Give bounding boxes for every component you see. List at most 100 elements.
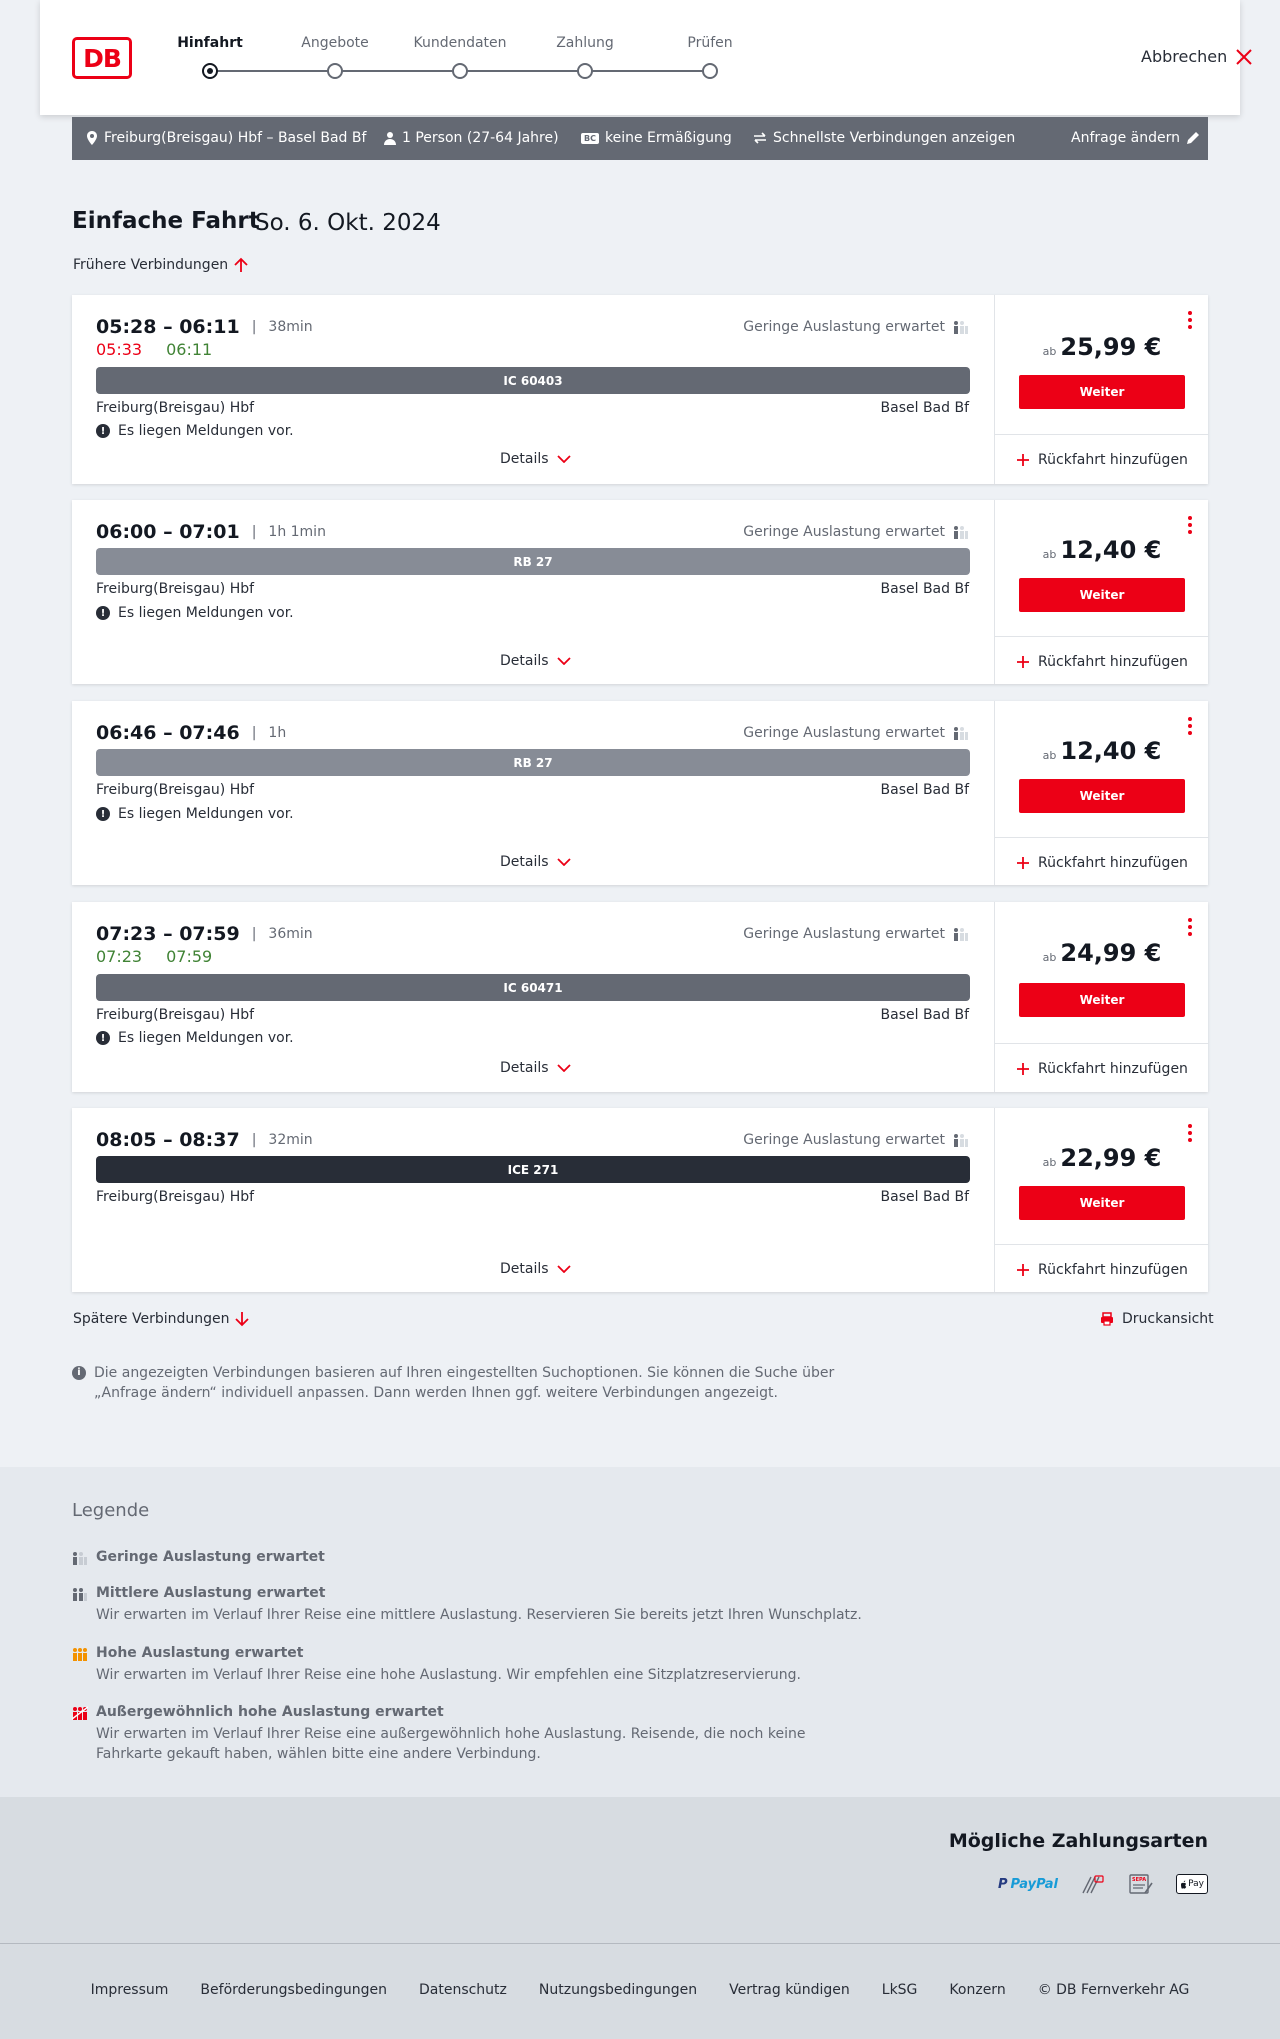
continue-button[interactable]: Weiter — [1019, 578, 1185, 612]
occupancy-text: Geringe Auslastung erwartet — [743, 1132, 945, 1148]
connection-info[interactable]: 05:28 – 06:11 | 38min 05:33 06:11 Gering… — [72, 295, 993, 484]
add-return-button[interactable]: Rückfahrt hinzufügen — [995, 636, 1209, 686]
edit-request-button[interactable]: Anfrage ändern — [1071, 130, 1200, 146]
bahncard-icon: BC — [581, 132, 599, 144]
train-bar[interactable]: RB 27 — [96, 548, 970, 575]
realtime-arrival: 07:59 — [166, 947, 213, 966]
details-toggle[interactable]: Details — [500, 1261, 571, 1277]
page-title: Einfache Fahrt — [72, 208, 260, 234]
route-text: Freiburg(Breisgau) Hbf – Basel Bad Bf — [104, 130, 367, 146]
occupancy-low-icon — [954, 321, 968, 334]
departure-arrival-times: 08:05 – 08:37 — [96, 1129, 240, 1151]
more-options-icon[interactable] — [1188, 717, 1192, 735]
footer-link-lksg[interactable]: LkSG — [882, 1982, 918, 1998]
add-return-button[interactable]: Rückfahrt hinzufügen — [995, 837, 1209, 887]
plus-icon — [1017, 453, 1030, 466]
step-zahlung-label: Zahlung — [556, 35, 614, 51]
details-toggle[interactable]: Details — [500, 1060, 571, 1076]
search-option-text: Schnellste Verbindungen anzeigen — [773, 130, 1016, 146]
cancel-button[interactable]: Abbrechen — [1141, 47, 1253, 66]
price-panel: ab 12,40 € Weiter Rückfahrt hinzufügen — [994, 500, 1209, 686]
discount-text: keine Ermäßigung — [604, 130, 732, 146]
connection-info[interactable]: 07:23 – 07:59 | 36min 07:23 07:59 Gering… — [72, 902, 993, 1092]
step-hinfahrt-label: Hinfahrt — [177, 35, 243, 51]
occupancy-very-high-icon — [72, 1706, 88, 1720]
message-notice: ! Es liegen Meldungen vor. — [96, 806, 294, 822]
continue-button[interactable]: Weiter — [1019, 375, 1185, 409]
details-toggle[interactable]: Details — [500, 451, 571, 467]
price-value: 24,99 € — [1060, 939, 1162, 967]
print-view-link[interactable]: Druckansicht — [1100, 1311, 1214, 1327]
arrow-down-icon — [235, 1312, 250, 1327]
footer-link-impressum[interactable]: Impressum — [91, 1982, 169, 1998]
details-toggle[interactable]: Details — [500, 653, 571, 669]
duration: 38min — [268, 319, 313, 335]
more-options-icon[interactable] — [1188, 516, 1192, 534]
legend-item-low: Geringe Auslastung erwartet — [72, 1549, 872, 1565]
realtime-arrival: 06:11 — [166, 340, 213, 359]
db-logo[interactable]: DB — [72, 37, 132, 79]
occupancy-indicator: Geringe Auslastung erwartet — [743, 1132, 969, 1148]
continue-button[interactable]: Weiter — [1019, 1186, 1185, 1220]
price-prefix: ab — [1042, 548, 1057, 561]
add-return-button[interactable]: Rückfahrt hinzufügen — [995, 434, 1209, 484]
message-text: Es liegen Meldungen vor. — [118, 1030, 294, 1046]
search-info-note: i Die angezeigten Verbindungen basieren … — [72, 1363, 852, 1403]
to-station: Basel Bad Bf — [880, 782, 969, 798]
step-hinfahrt-dot — [202, 63, 218, 79]
train-bar[interactable]: ICE 271 — [96, 1156, 970, 1183]
connection-card: 08:05 – 08:37 | 32min Geringe Auslastung… — [72, 1108, 1209, 1294]
footer-link-datenschutz[interactable]: Datenschutz — [419, 1982, 507, 1998]
applepay-icon: Pay — [1176, 1874, 1208, 1894]
footer-link-konzern[interactable]: Konzern — [949, 1982, 1005, 1998]
more-options-icon[interactable] — [1188, 311, 1192, 329]
duration: 36min — [268, 926, 313, 942]
train-bar[interactable]: IC 60471 — [96, 974, 970, 1001]
more-options-icon[interactable] — [1188, 1124, 1192, 1142]
occupancy-indicator: Geringe Auslastung erwartet — [743, 725, 969, 741]
info-icon: i — [72, 1366, 86, 1380]
legend-item-title: Außergewöhnlich hohe Auslastung erwartet — [96, 1704, 444, 1720]
connection-info[interactable]: 08:05 – 08:37 | 32min Geringe Auslastung… — [72, 1108, 993, 1292]
arrow-up-icon — [234, 257, 248, 272]
connection-info[interactable]: 06:46 – 07:46 | 1h Geringe Auslastung er… — [72, 701, 993, 885]
details-label: Details — [500, 854, 549, 870]
footer-link-befoerderungsbedingungen[interactable]: Beförderungsbedingungen — [200, 1982, 387, 1998]
message-text: Es liegen Meldungen vor. — [118, 423, 294, 439]
train-bar[interactable]: RB 27 — [96, 749, 970, 776]
occupancy-low-icon — [954, 928, 968, 941]
footer-link-vertrag-kuendigen[interactable]: Vertrag kündigen — [729, 1982, 850, 1998]
price-panel: ab 12,40 € Weiter Rückfahrt hinzufügen — [994, 701, 1209, 887]
print-view-label: Druckansicht — [1122, 1311, 1214, 1327]
step-pruefen-dot — [702, 63, 718, 79]
price-value: 12,40 € — [1060, 536, 1162, 564]
details-label: Details — [500, 1261, 549, 1277]
footer-link-nutzungsbedingungen[interactable]: Nutzungsbedingungen — [539, 1982, 697, 1998]
chevron-down-icon — [556, 455, 571, 463]
add-return-button[interactable]: Rückfahrt hinzufügen — [995, 1043, 1209, 1093]
price-panel: ab 24,99 € Weiter Rückfahrt hinzufügen — [994, 902, 1209, 1093]
legend-item-title: Geringe Auslastung erwartet — [96, 1549, 325, 1565]
chevron-down-icon — [556, 1064, 571, 1072]
add-return-button[interactable]: Rückfahrt hinzufügen — [995, 1244, 1209, 1294]
later-connections-link[interactable]: Spätere Verbindungen — [73, 1311, 250, 1327]
payment-title: Mögliche Zahlungsarten — [948, 1830, 1208, 1852]
details-toggle[interactable]: Details — [500, 854, 571, 870]
later-connections-label: Spätere Verbindungen — [73, 1311, 230, 1327]
connection-info[interactable]: 06:00 – 07:01 | 1h 1min Geringe Auslastu… — [72, 500, 993, 684]
route-summary: Freiburg(Breisgau) Hbf – Basel Bad Bf — [86, 130, 366, 146]
continue-button[interactable]: Weiter — [1019, 779, 1185, 813]
occupancy-indicator: Geringe Auslastung erwartet — [743, 524, 969, 540]
more-options-icon[interactable] — [1188, 918, 1192, 936]
plus-icon — [1017, 1263, 1030, 1276]
departure-arrival-times: 06:46 – 07:46 — [96, 722, 240, 744]
price-prefix: ab — [1042, 749, 1057, 762]
to-station: Basel Bad Bf — [880, 400, 969, 416]
continue-button[interactable]: Weiter — [1019, 983, 1185, 1017]
train-bar[interactable]: IC 60403 — [96, 367, 970, 394]
details-label: Details — [500, 451, 549, 467]
connection-times: 07:23 – 07:59 | 36min — [96, 923, 313, 945]
search-option-summary: Schnellste Verbindungen anzeigen — [753, 130, 1015, 146]
realtime-departure: 05:33 — [96, 340, 143, 359]
earlier-connections-link[interactable]: Frühere Verbindungen — [73, 257, 248, 273]
